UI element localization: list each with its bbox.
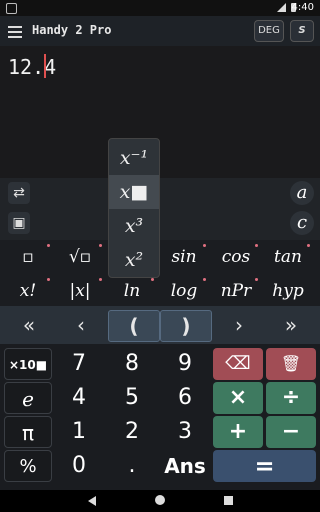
- log-label: log: [170, 281, 198, 301]
- abs-label: |x|: [69, 281, 91, 301]
- digit-0-button[interactable]: 0: [54, 450, 104, 482]
- plus-button[interactable]: +: [213, 416, 263, 448]
- power-popup-menu: x⁻¹ x■ x³ x²: [108, 138, 160, 278]
- digit-8-button[interactable]: 8: [107, 348, 157, 380]
- popup-item-power[interactable]: x■: [109, 175, 159, 209]
- ln-button[interactable]: ln: [106, 276, 158, 306]
- e-constant-button[interactable]: e: [4, 382, 52, 414]
- function-keys: ▫ √▫ sin cos tan x! |x| ln log nPr hyp: [0, 240, 320, 306]
- open-paren-button[interactable]: (: [108, 310, 160, 342]
- backspace-button[interactable]: ⌫: [213, 348, 263, 380]
- factorial-label: x!: [19, 281, 37, 301]
- log-button[interactable]: log: [158, 276, 210, 306]
- popup-item-square[interactable]: x²: [109, 243, 159, 277]
- npr-button[interactable]: nPr: [210, 276, 262, 306]
- hamburger-menu-icon[interactable]: [8, 23, 22, 39]
- secondary-dot: [307, 244, 310, 247]
- deg-toggle-button[interactable]: DEG: [254, 20, 284, 42]
- cursor-left-button[interactable]: ‹: [56, 310, 106, 340]
- side-controls: ⇄ ▣ a c: [0, 178, 320, 240]
- hyp-button[interactable]: hyp: [262, 276, 314, 306]
- digit-7-button[interactable]: 7: [54, 348, 104, 380]
- trash-icon: 🗑: [280, 354, 302, 373]
- cursor-navigation-row: « ‹ ( ) › »: [0, 306, 320, 344]
- digit-9-button[interactable]: 9: [160, 348, 210, 380]
- decimal-point-button[interactable]: .: [107, 450, 157, 482]
- times-ten-power-button[interactable]: ×10■: [4, 348, 52, 380]
- status-bar: 4:40: [0, 0, 320, 16]
- backspace-icon: ⌫: [225, 353, 251, 374]
- multiply-button[interactable]: ×: [213, 382, 263, 414]
- secondary-dot: [151, 278, 154, 281]
- cos-label: cos: [221, 247, 251, 267]
- signal-icon: [277, 3, 286, 12]
- secondary-dot: [99, 278, 102, 281]
- digit-4-button[interactable]: 4: [54, 382, 104, 414]
- recents-icon[interactable]: [224, 496, 233, 505]
- expression-display[interactable]: 12.4: [0, 46, 320, 178]
- cursor-end-button[interactable]: »: [266, 310, 316, 340]
- sqrt-label: √▫: [68, 247, 92, 267]
- popup-item-cube[interactable]: x³: [109, 209, 159, 243]
- close-paren-button[interactable]: ): [160, 310, 212, 342]
- ans-button[interactable]: Ans: [160, 450, 210, 482]
- hyp-label: hyp: [272, 281, 304, 301]
- app-notification-icon: [6, 3, 17, 14]
- secondary-dot: [255, 244, 258, 247]
- secondary-dot: [203, 244, 206, 247]
- secondary-dot: [47, 244, 50, 247]
- popup-item-inverse[interactable]: x⁻¹: [109, 141, 159, 175]
- tan-button[interactable]: tan: [262, 242, 314, 272]
- cos-button[interactable]: cos: [210, 242, 262, 272]
- digit-2-button[interactable]: 2: [107, 416, 157, 448]
- percent-button[interactable]: %: [4, 450, 52, 482]
- secondary-dot: [47, 278, 50, 281]
- variable-c-button[interactable]: c: [290, 211, 314, 235]
- secondary-dot: [255, 278, 258, 281]
- divide-button[interactable]: ÷: [266, 382, 316, 414]
- variable-a-button[interactable]: a: [290, 181, 314, 205]
- sin-label: sin: [171, 247, 197, 267]
- save-icon[interactable]: ▣: [8, 212, 30, 234]
- text-cursor: [44, 54, 46, 78]
- back-icon[interactable]: [88, 496, 96, 506]
- minus-button[interactable]: −: [266, 416, 316, 448]
- clear-button[interactable]: 🗑: [266, 348, 316, 380]
- ln-label: ln: [123, 281, 141, 301]
- secondary-dot: [99, 244, 102, 247]
- title-bar: Handy 2 Pro DEG S: [0, 16, 320, 46]
- digit-5-button[interactable]: 5: [107, 382, 157, 414]
- fraction-button[interactable]: ▫: [2, 242, 54, 272]
- fraction-icon: ▫: [22, 247, 34, 267]
- status-time: 4:40: [291, 2, 314, 13]
- home-icon[interactable]: [155, 495, 165, 505]
- cursor-start-button[interactable]: «: [4, 310, 54, 340]
- number-keypad: ×10■ e π % 7 8 9 4 5 6 1 2 3 0 . Ans ⌫ 🗑…: [0, 344, 320, 490]
- npr-label: nPr: [220, 281, 252, 301]
- s-button[interactable]: S: [290, 20, 314, 42]
- factorial-button[interactable]: x!: [2, 276, 54, 306]
- app-title: Handy 2 Pro: [32, 23, 112, 37]
- pi-button[interactable]: π: [4, 416, 52, 448]
- sqrt-button[interactable]: √▫: [54, 242, 106, 272]
- expression-text: 12.4: [8, 55, 57, 79]
- equals-button[interactable]: =: [213, 450, 316, 482]
- sin-button[interactable]: sin: [158, 242, 210, 272]
- system-nav-bar: [0, 490, 320, 512]
- secondary-dot: [203, 278, 206, 281]
- digit-6-button[interactable]: 6: [160, 382, 210, 414]
- digit-1-button[interactable]: 1: [54, 416, 104, 448]
- digit-3-button[interactable]: 3: [160, 416, 210, 448]
- abs-button[interactable]: |x|: [54, 276, 106, 306]
- refresh-icon[interactable]: ⇄: [8, 182, 30, 204]
- cursor-right-button[interactable]: ›: [214, 310, 264, 340]
- tan-label: tan: [274, 247, 302, 267]
